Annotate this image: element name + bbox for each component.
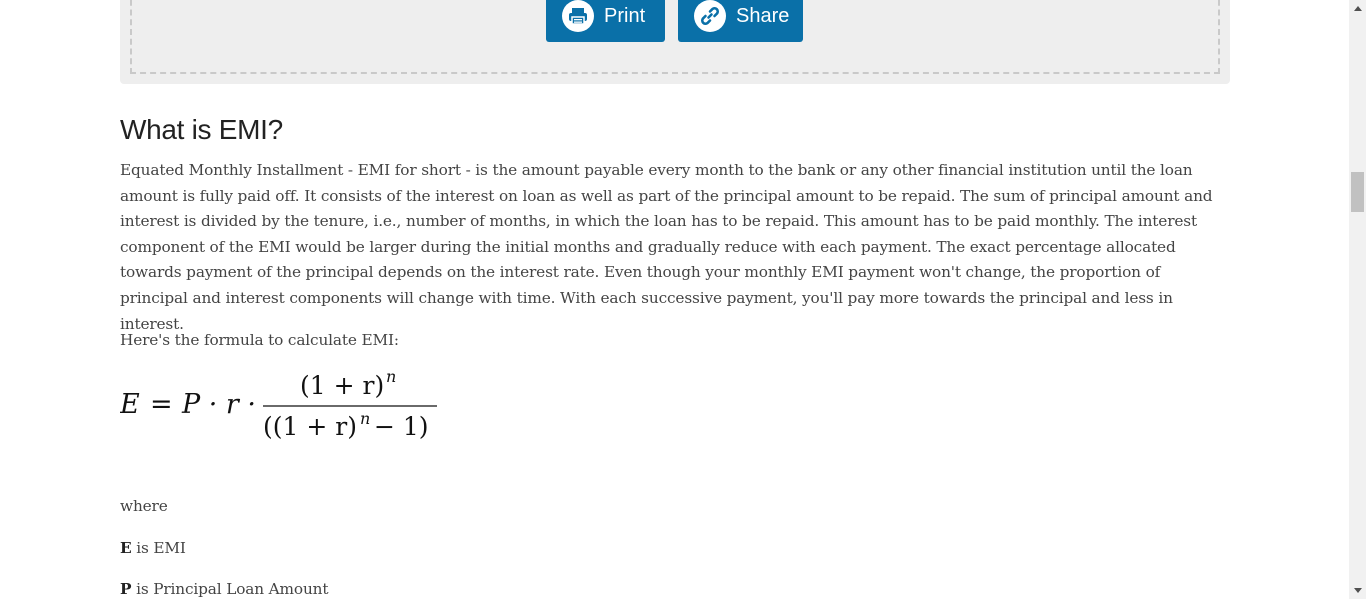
definition-symbol: E: [120, 539, 132, 557]
definition-e: E is EMI: [120, 536, 1232, 562]
share-button[interactable]: Share: [678, 0, 803, 42]
definition-symbol: P: [120, 580, 132, 598]
article-heading: What is EMI?: [120, 114, 283, 145]
arrow-down-icon[interactable]: [1349, 582, 1366, 599]
arrow-up-icon[interactable]: [1349, 0, 1366, 17]
formula-denominator-tail: − 1): [374, 412, 429, 441]
formula-intro: Here's the formula to calculate EMI:: [120, 331, 399, 349]
printer-icon: [562, 0, 594, 32]
definition-text: is Principal Loan Amount: [131, 580, 329, 598]
formula-numerator-exp: n: [386, 367, 396, 386]
formula-denominator: ((1 + r): [263, 412, 357, 441]
scrollbar-thumb[interactable]: [1351, 172, 1364, 212]
formula-numerator: (1 + r): [300, 371, 384, 400]
emi-formula: E = P · r · (1 + r) n ((1 + r) n − 1): [120, 367, 437, 441]
share-actions-box: Print Share: [120, 0, 1230, 84]
definition-text: is EMI: [131, 539, 186, 557]
formula-equals: =: [150, 389, 173, 420]
formula-lhs: E: [120, 389, 140, 420]
share-label: Share: [736, 4, 790, 27]
page: Print Share What is EMI? Equated Monthly…: [0, 0, 1349, 599]
formula-denominator-exp: n: [360, 409, 370, 428]
dashed-border: [130, 0, 1220, 74]
print-button[interactable]: Print: [546, 0, 665, 42]
formula-factors: P · r ·: [181, 389, 256, 420]
print-label: Print: [604, 4, 646, 27]
link-icon: [694, 0, 726, 32]
where-text: where: [120, 497, 168, 515]
intro-paragraph: Equated Monthly Installment - EMI for sh…: [120, 161, 1213, 333]
definition-p: P is Principal Loan Amount: [120, 577, 1232, 599]
vertical-scrollbar[interactable]: [1349, 0, 1366, 599]
